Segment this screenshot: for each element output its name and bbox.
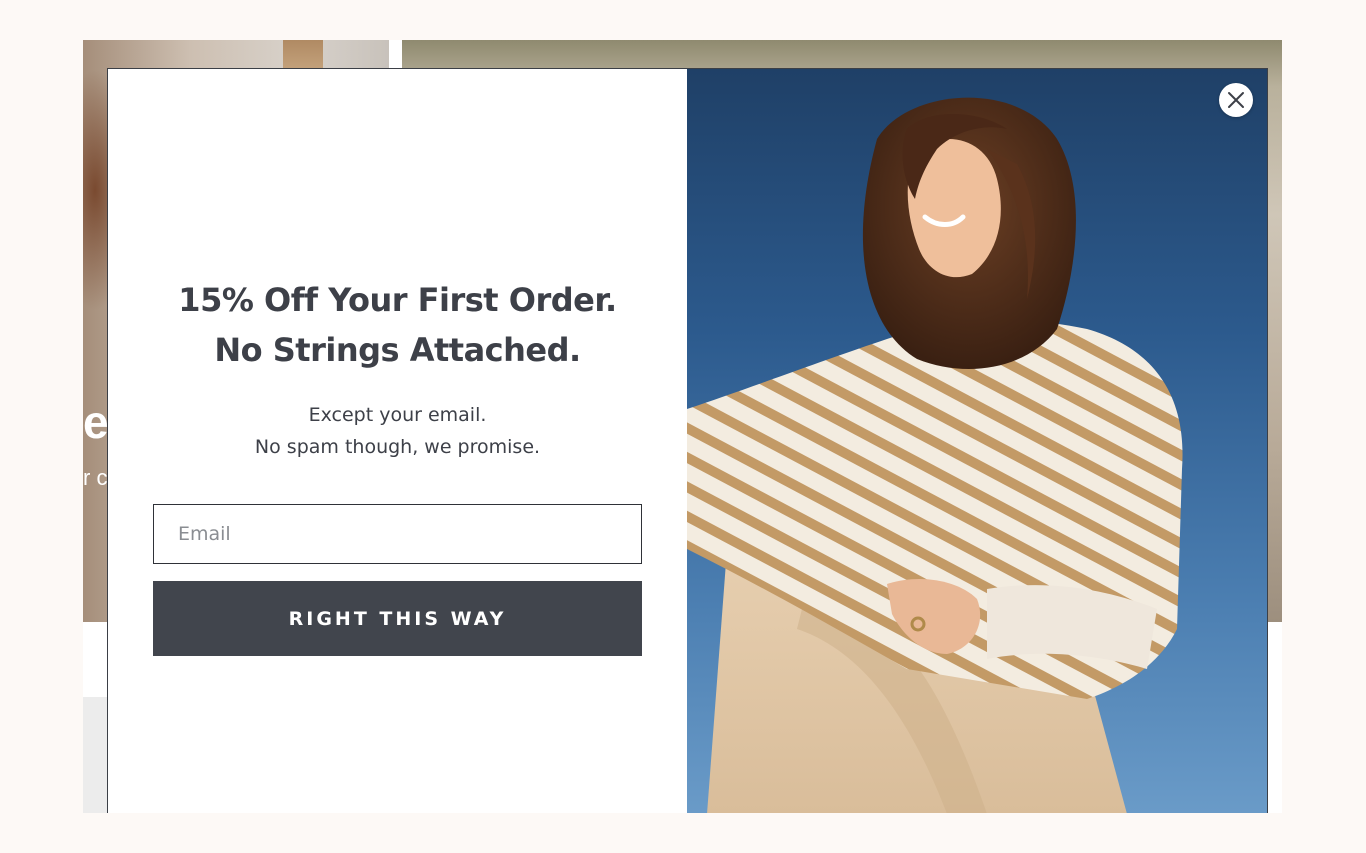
subtext-line-1: Except your email. — [308, 404, 487, 426]
modal-promo-image — [687, 69, 1267, 813]
subtext-line-2: No spam though, we promise. — [254, 436, 541, 458]
close-button[interactable] — [1219, 83, 1253, 117]
background-picture-frame — [283, 40, 323, 70]
background-hero-subtitle: r c — [83, 465, 108, 490]
submit-button[interactable]: RIGHT THIS WAY — [153, 581, 642, 656]
modal-headline: 15% Off Your First Order. No Strings Att… — [108, 275, 687, 375]
modal-subtext: Except your email. No spam though, we pr… — [108, 399, 687, 463]
background-hero-title: e — [83, 396, 109, 448]
close-icon — [1228, 92, 1244, 108]
email-field[interactable] — [153, 504, 642, 564]
promo-photo-illustration — [687, 97, 1183, 813]
signup-form-panel: 15% Off Your First Order. No Strings Att… — [108, 69, 687, 813]
headline-line-1: 15% Off Your First Order. — [178, 281, 617, 319]
headline-line-2: No Strings Attached. — [214, 331, 581, 369]
signup-modal: 15% Off Your First Order. No Strings Att… — [107, 68, 1268, 813]
